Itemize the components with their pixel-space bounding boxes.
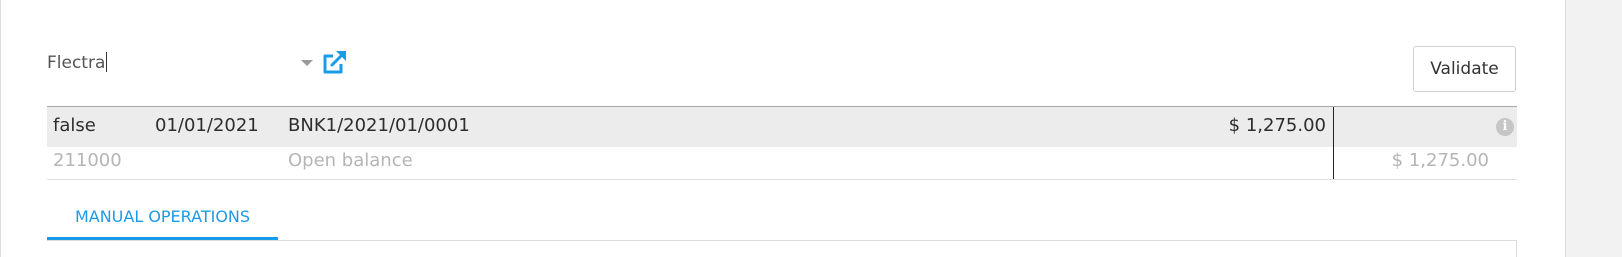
tab-manual-operations[interactable]: MANUAL OPERATIONS: [47, 198, 278, 240]
statement-line-row[interactable]: false 01/01/2021 BNK1/2021/01/0001 $ 1,2…: [47, 107, 1517, 147]
partner-input[interactable]: Flectra: [47, 51, 317, 75]
statement-partner: false: [53, 115, 96, 136]
text-cursor: [106, 52, 108, 72]
caret-down-icon[interactable]: [301, 60, 313, 66]
partner-input-value: Flectra: [47, 53, 106, 73]
proposition-label: Open balance: [288, 150, 413, 171]
proposition-amount: $ 1,275.00: [1391, 150, 1489, 171]
proposition-line-row[interactable]: 211000 Open balance $ 1,275.00: [47, 147, 1517, 180]
reconciliation-panel: Flectra Validate false 01/01/2021 BNK1/2…: [0, 0, 1566, 257]
reconciliation-table: false 01/01/2021 BNK1/2021/01/0001 $ 1,2…: [47, 106, 1517, 180]
statement-date: 01/01/2021: [155, 115, 259, 136]
external-link-icon[interactable]: [321, 49, 348, 76]
statement-amount: $ 1,275.00: [1228, 115, 1326, 136]
tab-content-area: [47, 240, 1517, 257]
debit-credit-divider: [1333, 107, 1334, 179]
proposition-account: 211000: [53, 150, 122, 171]
info-circle-icon[interactable]: i: [1496, 118, 1514, 136]
validate-button[interactable]: Validate: [1413, 46, 1516, 92]
statement-reference: BNK1/2021/01/0001: [288, 115, 470, 136]
